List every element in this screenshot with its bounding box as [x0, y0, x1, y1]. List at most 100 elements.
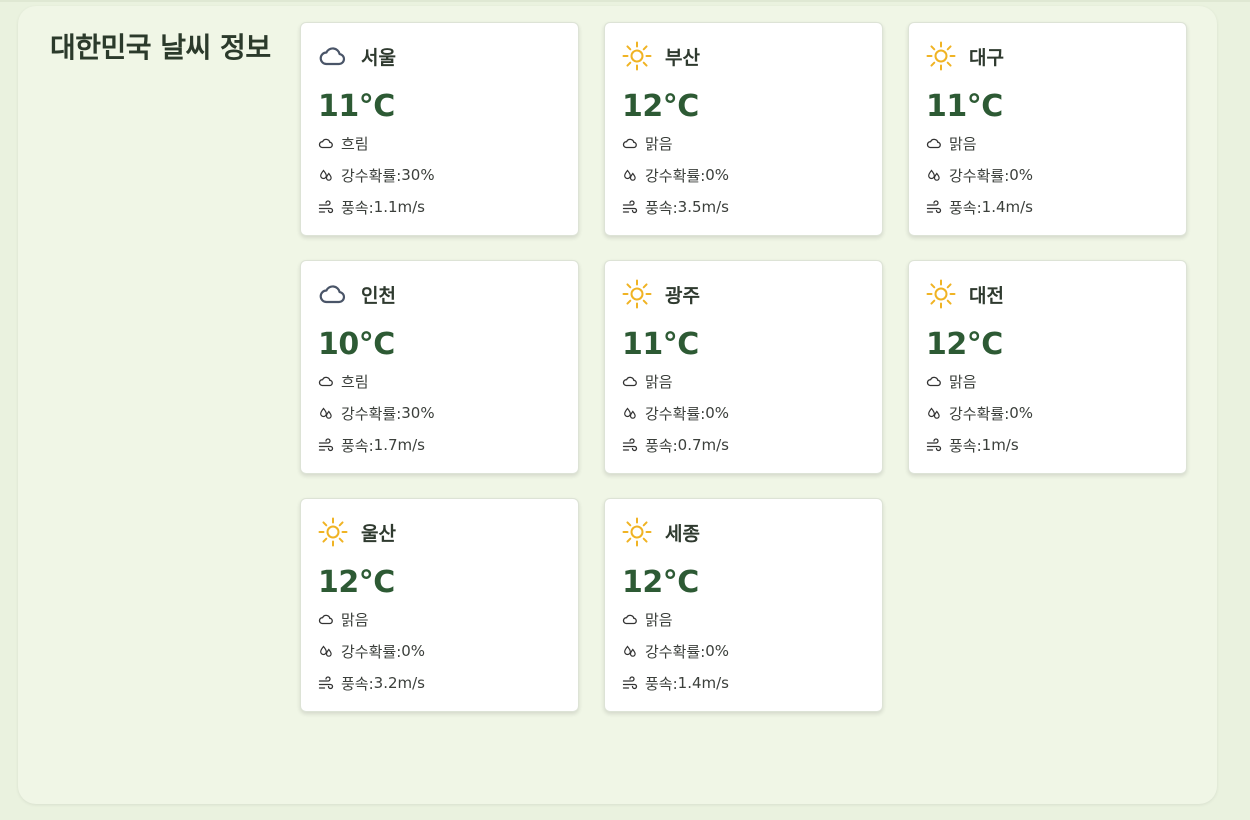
rain-label: 강수확률: [645, 642, 706, 661]
wind-row: 풍속: 0.7m/s [622, 435, 729, 455]
cloud-icon [318, 41, 348, 71]
weather-card: 세종 12°C 맑음 강수확률: 0% 풍속: 1.4m/s [604, 498, 883, 712]
weather-card: 울산 12°C 맑음 강수확률: 0% 풍속: 3.2m/s [300, 498, 579, 712]
condition-row: 맑음 [926, 371, 977, 391]
wind-value: 1.7m/s [373, 436, 425, 454]
temperature: 12°C [622, 89, 699, 124]
rain-label: 강수확률: [341, 642, 402, 661]
sun-icon [318, 517, 348, 547]
condition-row: 맑음 [622, 609, 673, 629]
city-name: 울산 [361, 522, 396, 545]
condition-text: 맑음 [645, 134, 673, 153]
rain-row: 강수확률: 0% [318, 641, 425, 661]
wind-value: 0.7m/s [677, 436, 729, 454]
card-header: 대전 [926, 279, 1004, 309]
condition-row: 흐림 [318, 133, 369, 153]
wind-label: 풍속: [645, 198, 678, 217]
condition-text: 흐림 [341, 134, 369, 153]
droplets-icon [622, 405, 638, 421]
wind-icon [926, 199, 942, 215]
wind-value: 3.5m/s [677, 198, 729, 216]
wind-value: 1.4m/s [981, 198, 1033, 216]
wind-row: 풍속: 1.4m/s [926, 197, 1033, 217]
temperature: 10°C [318, 327, 395, 362]
city-name: 서울 [361, 46, 396, 69]
temperature: 12°C [622, 565, 699, 600]
rain-value: 0% [1009, 166, 1034, 184]
wind-label: 풍속: [341, 436, 374, 455]
city-name: 부산 [665, 46, 700, 69]
rain-label: 강수확률: [341, 166, 402, 185]
small-cloud-icon [622, 611, 638, 627]
page-title: 대한민국 날씨 정보 [50, 31, 271, 64]
card-header: 부산 [622, 41, 700, 71]
rain-row: 강수확률: 0% [622, 403, 729, 423]
small-cloud-icon [622, 135, 638, 151]
wind-row: 풍속: 3.5m/s [622, 197, 729, 217]
rain-value: 0% [705, 166, 730, 184]
weather-card: 광주 11°C 맑음 강수확률: 0% 풍속: 0.7m/s [604, 260, 883, 474]
sun-icon [622, 517, 652, 547]
wind-icon [622, 199, 638, 215]
wind-icon [622, 437, 638, 453]
condition-text: 맑음 [645, 372, 673, 391]
condition-row: 맑음 [622, 371, 673, 391]
wind-row: 풍속: 1.1m/s [318, 197, 425, 217]
rain-row: 강수확률: 0% [622, 641, 729, 661]
cloud-icon [318, 279, 348, 309]
wind-icon [926, 437, 942, 453]
condition-row: 흐림 [318, 371, 369, 391]
droplets-icon [926, 167, 942, 183]
rain-value: 30% [401, 404, 435, 422]
card-header: 광주 [622, 279, 700, 309]
card-header: 세종 [622, 517, 700, 547]
temperature: 12°C [318, 565, 395, 600]
temperature: 11°C [318, 89, 395, 124]
wind-icon [622, 675, 638, 691]
temperature: 11°C [926, 89, 1003, 124]
small-cloud-icon [318, 373, 334, 389]
droplets-icon [318, 167, 334, 183]
wind-label: 풍속: [949, 198, 982, 217]
weather-card: 부산 12°C 맑음 강수확률: 0% 풍속: 3.5m/s [604, 22, 883, 236]
wind-row: 풍속: 1m/s [926, 435, 1019, 455]
wind-icon [318, 199, 334, 215]
card-header: 인천 [318, 279, 396, 309]
wind-label: 풍속: [949, 436, 982, 455]
rain-label: 강수확률: [949, 404, 1010, 423]
droplets-icon [622, 167, 638, 183]
droplets-icon [926, 405, 942, 421]
wind-icon [318, 675, 334, 691]
wind-label: 풍속: [341, 198, 374, 217]
wind-label: 풍속: [645, 436, 678, 455]
weather-card: 서울 11°C 흐림 강수확률: 30% 풍속: 1.1m/s [300, 22, 579, 236]
small-cloud-icon [318, 611, 334, 627]
rain-value: 0% [401, 642, 426, 660]
droplets-icon [622, 643, 638, 659]
small-cloud-icon [622, 373, 638, 389]
rain-value: 0% [705, 642, 730, 660]
wind-value: 1.4m/s [677, 674, 729, 692]
condition-text: 맑음 [341, 610, 369, 629]
wind-value: 3.2m/s [373, 674, 425, 692]
rain-label: 강수확률: [949, 166, 1010, 185]
temperature: 11°C [622, 327, 699, 362]
wind-label: 풍속: [341, 674, 374, 693]
weather-card: 대전 12°C 맑음 강수확률: 0% 풍속: 1m/s [908, 260, 1187, 474]
condition-row: 맑음 [622, 133, 673, 153]
city-name: 대전 [969, 284, 1004, 307]
sun-icon [926, 279, 956, 309]
rain-label: 강수확률: [645, 166, 706, 185]
small-cloud-icon [318, 135, 334, 151]
small-cloud-icon [926, 135, 942, 151]
droplets-icon [318, 405, 334, 421]
card-header: 울산 [318, 517, 396, 547]
condition-row: 맑음 [318, 609, 369, 629]
condition-text: 흐림 [341, 372, 369, 391]
condition-text: 맑음 [645, 610, 673, 629]
rain-row: 강수확률: 0% [926, 165, 1033, 185]
rain-value: 0% [705, 404, 730, 422]
rain-value: 0% [1009, 404, 1034, 422]
city-name: 대구 [969, 46, 1004, 69]
wind-row: 풍속: 1.4m/s [622, 673, 729, 693]
